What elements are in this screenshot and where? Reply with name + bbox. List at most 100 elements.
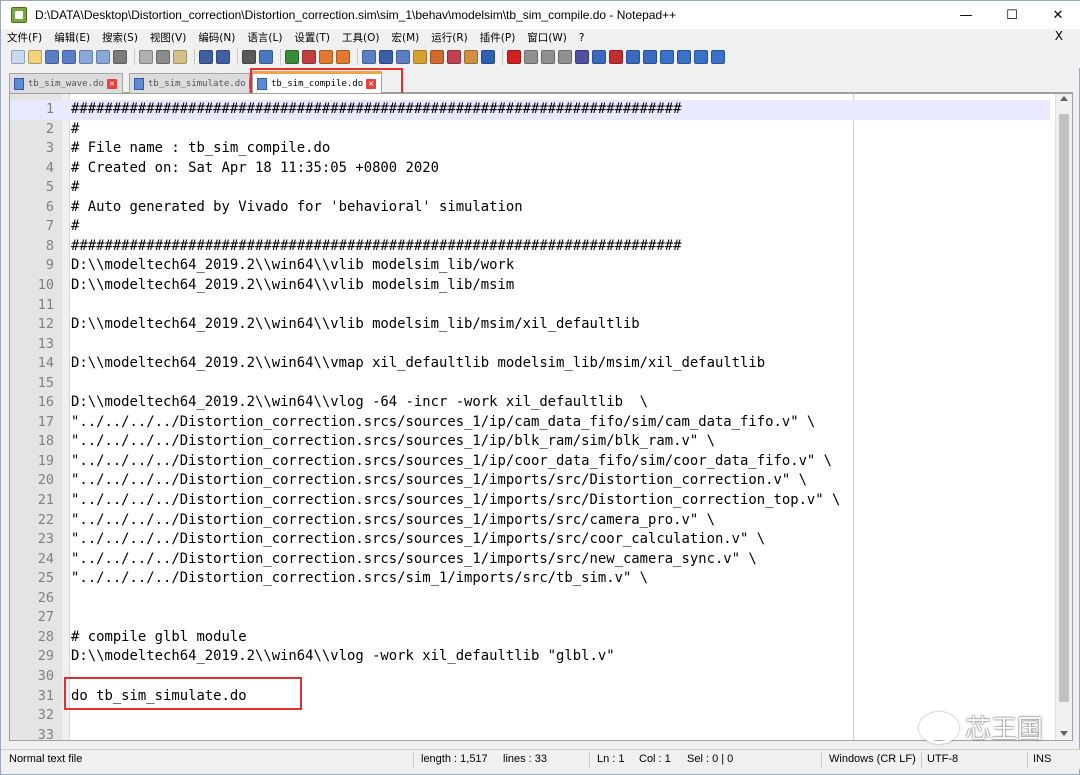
code-line[interactable]: 26 bbox=[10, 589, 1050, 609]
all-chars-icon[interactable] bbox=[379, 50, 393, 64]
menu-item[interactable]: 语言(L) bbox=[241, 30, 288, 45]
save-macro-icon[interactable] bbox=[575, 50, 589, 64]
code-line[interactable]: 3 # File name : tb_sim_compile.do bbox=[10, 139, 1050, 159]
run-multiple-icon[interactable] bbox=[558, 50, 572, 64]
bookmark-icon[interactable] bbox=[592, 50, 606, 64]
menu-item[interactable]: 工具(O) bbox=[336, 30, 385, 45]
code-line[interactable]: 6 # Auto generated by Vivado for 'behavio… bbox=[10, 198, 1050, 218]
code-line[interactable]: 19 "../../../../Distortion_correction.src… bbox=[10, 452, 1050, 472]
tab-close-icon[interactable]: × bbox=[106, 78, 117, 89]
vertical-scrollbar[interactable] bbox=[1055, 94, 1072, 740]
code-line[interactable]: 25 "../../../../Distortion_correction.src… bbox=[10, 569, 1050, 589]
code-line[interactable]: 5 # bbox=[10, 178, 1050, 198]
code-text: D:\\modeltech64_2019.2\\win64\\vlog -64 … bbox=[71, 394, 649, 411]
close-icon[interactable] bbox=[79, 50, 93, 64]
code-line[interactable]: 22 "../../../../Distortion_correction.src… bbox=[10, 511, 1050, 531]
code-line[interactable]: 28 # compile glbl module bbox=[10, 628, 1050, 648]
code-line[interactable]: 24 "../../../../Distortion_correction.src… bbox=[10, 550, 1050, 570]
scroll-thumb[interactable] bbox=[1059, 114, 1069, 702]
code-line[interactable]: 14 D:\\modeltech64_2019.2\\win64\\vmap xi… bbox=[10, 354, 1050, 374]
undo-icon[interactable] bbox=[199, 50, 213, 64]
down-icon[interactable] bbox=[677, 50, 691, 64]
close-window-button[interactable]: ✕ bbox=[1035, 1, 1080, 29]
code-line[interactable]: 8 #######################################… bbox=[10, 237, 1050, 257]
new-icon[interactable] bbox=[11, 50, 25, 64]
menu-item[interactable]: ? bbox=[573, 32, 591, 44]
code-line[interactable]: 9 D:\\modeltech64_2019.2\\win64\\vlib mod… bbox=[10, 256, 1050, 276]
sync-v-icon[interactable] bbox=[319, 50, 333, 64]
maximize-button[interactable]: ☐ bbox=[989, 1, 1035, 29]
scroll-up-icon[interactable] bbox=[1060, 96, 1068, 101]
compare-next-icon[interactable] bbox=[643, 50, 657, 64]
folder-workspace-icon[interactable] bbox=[464, 50, 478, 64]
menu-item[interactable]: 设置(T) bbox=[288, 30, 336, 45]
code-line[interactable]: 29 D:\\modeltech64_2019.2\\win64\\vlog -w… bbox=[10, 647, 1050, 667]
first-icon[interactable] bbox=[694, 50, 708, 64]
code-line[interactable]: 12 D:\\modeltech64_2019.2\\win64\\vlib mo… bbox=[10, 315, 1050, 335]
menu-item[interactable]: 插件(P) bbox=[474, 30, 522, 45]
code-line[interactable]: 33 bbox=[10, 726, 1050, 740]
code-line[interactable]: 11 bbox=[10, 296, 1050, 316]
copy-icon[interactable] bbox=[156, 50, 170, 64]
menu-item[interactable]: 运行(R) bbox=[425, 30, 474, 45]
code-line[interactable]: 20 "../../../../Distortion_correction.src… bbox=[10, 471, 1050, 491]
menu-item[interactable]: 文件(F) bbox=[1, 30, 48, 45]
last-icon[interactable] bbox=[711, 50, 725, 64]
menu-item[interactable]: 编码(N) bbox=[192, 30, 241, 45]
toolbar-separator bbox=[502, 49, 503, 65]
sync-h-icon[interactable] bbox=[336, 50, 350, 64]
line-number: 8 bbox=[45, 237, 54, 254]
zoom-out-icon[interactable] bbox=[302, 50, 316, 64]
code-line[interactable]: 21 "../../../../Distortion_correction.src… bbox=[10, 491, 1050, 511]
code-line[interactable]: 13 bbox=[10, 335, 1050, 355]
code-line[interactable]: 4 # Created on: Sat Apr 18 11:35:05 +0800… bbox=[10, 159, 1050, 179]
close-all-icon[interactable] bbox=[96, 50, 110, 64]
menu-item[interactable]: 搜索(S) bbox=[96, 30, 144, 45]
paste-icon[interactable] bbox=[173, 50, 187, 64]
up-icon[interactable] bbox=[660, 50, 674, 64]
code-line[interactable]: 23 "../../../../Distortion_correction.src… bbox=[10, 530, 1050, 550]
code-line[interactable]: 16 D:\\modeltech64_2019.2\\win64\\vlog -6… bbox=[10, 393, 1050, 413]
monitor-icon[interactable] bbox=[481, 50, 495, 64]
minimize-button[interactable]: — bbox=[943, 1, 989, 29]
redo-icon[interactable] bbox=[216, 50, 230, 64]
replace-icon[interactable] bbox=[259, 50, 273, 64]
print-icon[interactable] bbox=[113, 50, 127, 64]
compare-icon[interactable] bbox=[609, 50, 623, 64]
scroll-down-icon[interactable] bbox=[1060, 731, 1068, 736]
code-line[interactable]: 17 "../../../../Distortion_correction.src… bbox=[10, 413, 1050, 433]
menu-item[interactable]: 窗口(W) bbox=[521, 30, 573, 45]
save-icon[interactable] bbox=[45, 50, 59, 64]
close-document-button[interactable]: X bbox=[1049, 29, 1069, 43]
menu-bar: 文件(F) 编辑(E) 搜索(S) 视图(V) 编码(N) 语言(L) 设置(T) 工具(O)… bbox=[1, 29, 1080, 46]
function-list-icon[interactable] bbox=[447, 50, 461, 64]
code-line[interactable]: 27 bbox=[10, 608, 1050, 628]
menu-item[interactable]: 宏(M) bbox=[386, 30, 426, 45]
code-line[interactable]: 2 # bbox=[10, 120, 1050, 140]
open-icon[interactable] bbox=[28, 50, 42, 64]
tab-tb-sim-wave-do[interactable]: tb_sim_wave.do × bbox=[9, 73, 123, 93]
wechat-logo-icon bbox=[919, 711, 959, 744]
cut-icon[interactable] bbox=[139, 50, 153, 64]
tab-tb-sim-simulate-do[interactable]: tb_sim_simulate.do× bbox=[129, 73, 259, 93]
play-icon[interactable] bbox=[541, 50, 555, 64]
menu-item[interactable]: 视图(V) bbox=[144, 30, 192, 45]
code-line[interactable]: 1 #######################################… bbox=[10, 100, 1050, 120]
compare-prev-icon[interactable] bbox=[626, 50, 640, 64]
stop-icon[interactable] bbox=[524, 50, 538, 64]
zoom-in-icon[interactable] bbox=[285, 50, 299, 64]
indent-guide-icon[interactable] bbox=[396, 50, 410, 64]
find-icon[interactable] bbox=[242, 50, 256, 64]
code-line[interactable]: 7 # bbox=[10, 217, 1050, 237]
wrap-icon[interactable] bbox=[362, 50, 376, 64]
save-all-icon[interactable] bbox=[62, 50, 76, 64]
code-line[interactable]: 15 bbox=[10, 374, 1050, 394]
code-line[interactable]: 10 D:\\modeltech64_2019.2\\win64\\vlib mo… bbox=[10, 276, 1050, 296]
text-editor[interactable]: 1 #######################################… bbox=[9, 93, 1073, 741]
menu-item[interactable]: 编辑(E) bbox=[48, 30, 96, 45]
doc-map-icon[interactable] bbox=[430, 50, 444, 64]
code-line[interactable]: 18 "../../../../Distortion_correction.src… bbox=[10, 432, 1050, 452]
record-icon[interactable] bbox=[507, 50, 521, 64]
udl-icon[interactable] bbox=[413, 50, 427, 64]
line-number: 12 bbox=[37, 316, 54, 333]
